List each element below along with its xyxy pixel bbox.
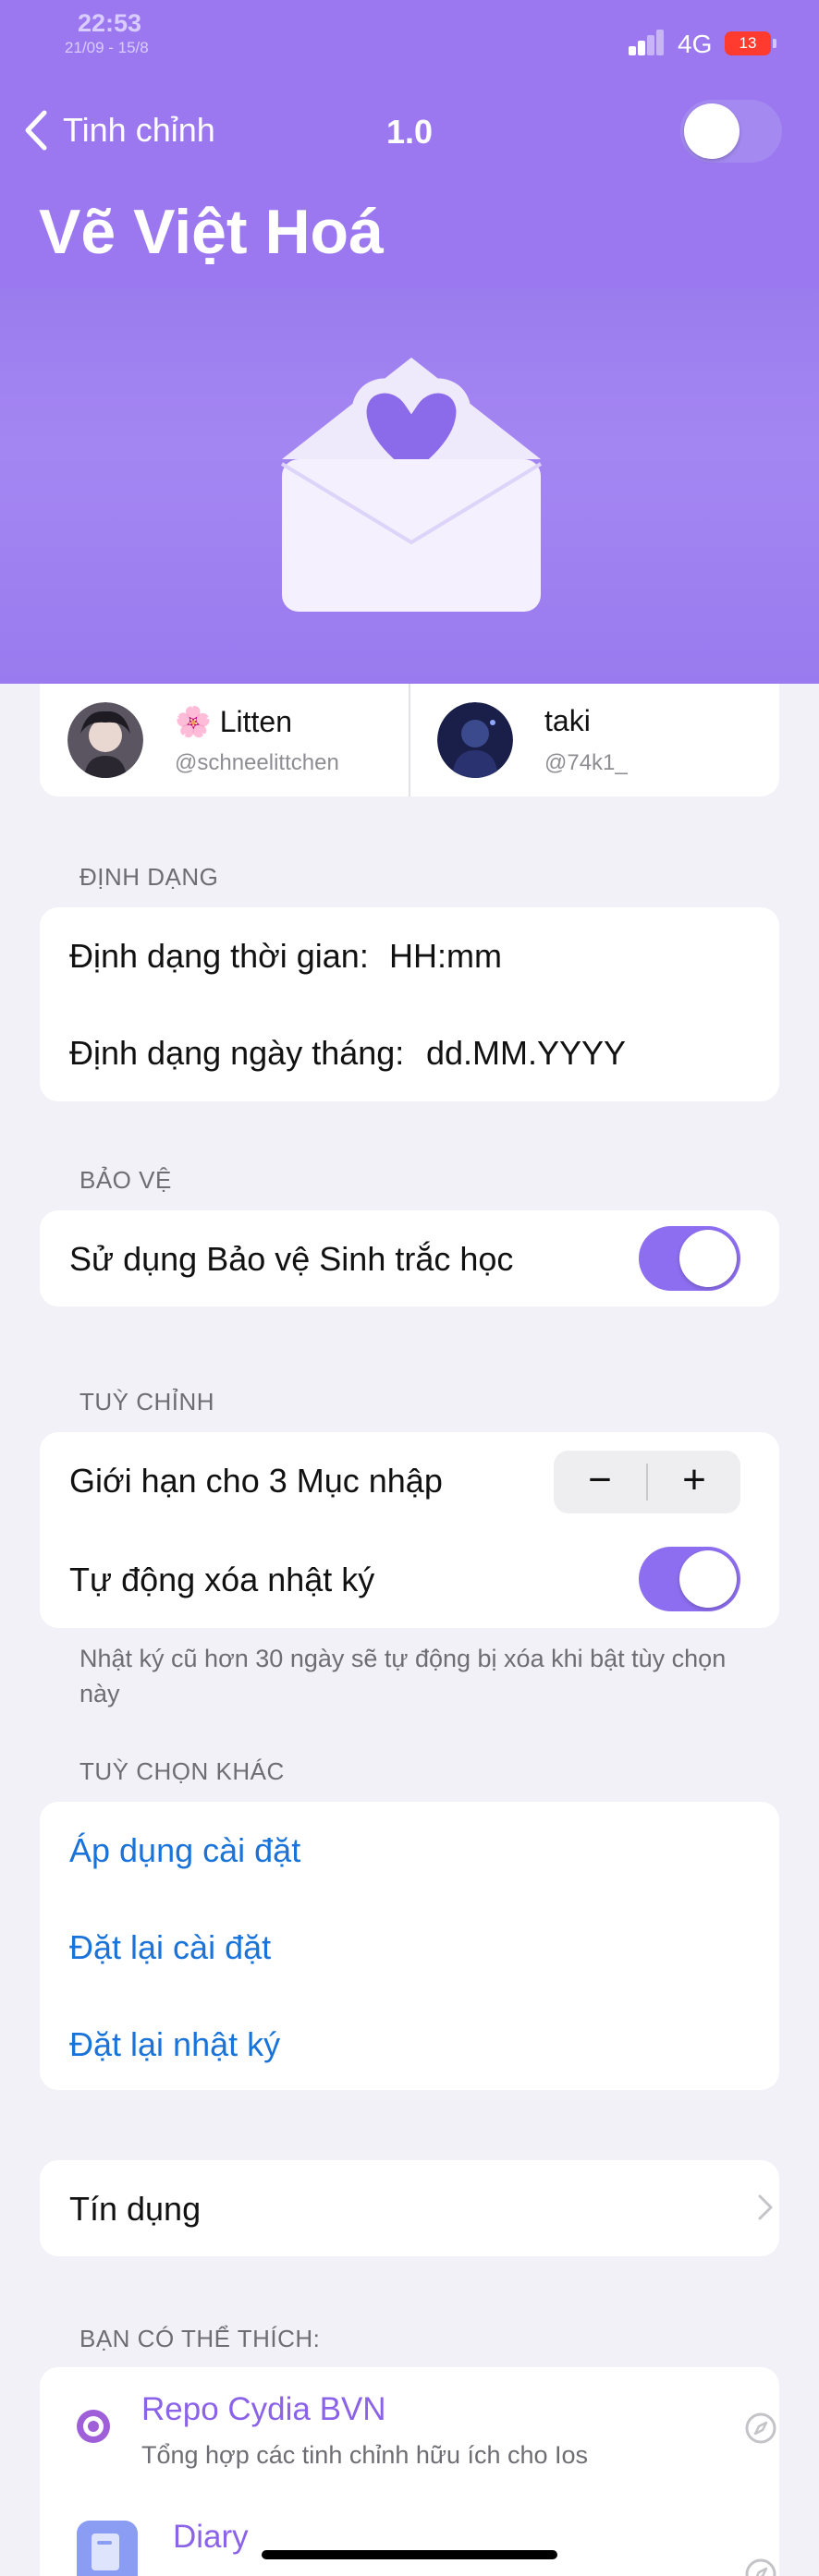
author-handle: @schneelittchen [175, 750, 339, 775]
section-header-security: BẢO VỆ [79, 1166, 172, 1194]
biometric-label: Sử dụng Bảo vệ Sinh trắc học [69, 1240, 514, 1278]
section-header-other: TUỲ CHỌN KHÁC [79, 1757, 285, 1785]
envelope-heart-icon [280, 358, 543, 612]
chevron-right-icon [758, 2194, 773, 2220]
time-format-label: Định dạng thời gian: [69, 937, 369, 975]
section-header-suggest: BẠN CÓ THỂ THÍCH: [79, 2325, 321, 2352]
app-name: Repo Cydia BVN [141, 2391, 386, 2427]
reset-log-button[interactable]: Đặt lại nhật ký [69, 1996, 280, 2090]
decrement-button[interactable]: − [554, 1451, 646, 1513]
network-label: 4G [678, 30, 713, 58]
compass-icon[interactable] [744, 2412, 777, 2445]
date-format-value[interactable]: dd.MM.YYYY [426, 1004, 626, 1101]
signal-icon [629, 30, 666, 55]
auto-delete-toggle[interactable] [639, 1547, 740, 1611]
author-handle: @74k1_ [544, 750, 628, 775]
other-options-card: Áp dụng cài đặt Đặt lại cài đặt Đặt lại … [40, 1802, 779, 2090]
reset-settings-button[interactable]: Đặt lại cài đặt [69, 1899, 271, 1996]
entry-limit-label: Giới hạn cho 3 Mục nhập [69, 1462, 443, 1500]
app-name: Diary [173, 2519, 249, 2555]
chevron-left-icon[interactable] [22, 109, 50, 152]
avatar [67, 702, 143, 778]
header: 22:53 21/09 - 15/8 4G 13 Tinh chỉnh 1.0 … [0, 0, 819, 288]
section-header-format: ĐỊNH DẠNG [79, 863, 219, 891]
biometric-row: Sử dụng Bảo vệ Sinh trắc học [40, 1210, 779, 1306]
author-taki[interactable]: taki @74k1_ [410, 684, 779, 796]
reset-log-row[interactable]: Đặt lại nhật ký [40, 1996, 779, 2090]
battery-tip [773, 39, 776, 48]
format-card: Định dạng thời gian: HH:mm Định dạng ngà… [40, 907, 779, 1101]
author-litten[interactable]: 🌸 Litten @schneelittchen [40, 684, 410, 796]
entry-limit-row: Giới hạn cho 3 Mục nhập − + [40, 1432, 779, 1529]
time-format-row[interactable]: Định dạng thời gian: HH:mm [40, 907, 779, 1004]
avatar [437, 702, 513, 778]
toggle-knob [684, 103, 740, 159]
credits-row[interactable]: Tín dụng [40, 2160, 779, 2256]
enable-toggle[interactable] [680, 100, 782, 163]
credits-label: Tín dụng [69, 2190, 202, 2228]
section-header-custom: TUỲ CHỈNH [79, 1388, 215, 1416]
suggestion-repo[interactable]: Repo Cydia BVN Tổng hợp các tinh chỉnh h… [40, 2367, 779, 2478]
toggle-knob [679, 1230, 737, 1287]
diary-icon [77, 2521, 138, 2576]
reset-settings-row[interactable]: Đặt lại cài đặt [40, 1899, 779, 1996]
back-button[interactable]: Tinh chỉnh [63, 111, 215, 150]
compass-icon[interactable] [744, 2558, 777, 2576]
credits-card[interactable]: Tín dụng [40, 2160, 779, 2256]
version-label: 1.0 [386, 113, 434, 151]
home-indicator [262, 2550, 557, 2559]
toggle-knob [679, 1550, 737, 1608]
custom-card: Giới hạn cho 3 Mục nhập − + Tự động xóa … [40, 1432, 779, 1628]
author-name: 🌸 Litten [175, 705, 293, 738]
battery-icon: 13 [725, 31, 771, 55]
author-name: taki [544, 704, 591, 737]
app-description: Tổng hợp các tinh chỉnh hữu ích cho Ios [141, 2441, 589, 2469]
increment-button[interactable]: + [648, 1451, 740, 1513]
page-title: Vẽ Việt Hoá [39, 197, 384, 267]
status-date: 21/09 - 15/8 [65, 39, 149, 56]
entry-limit-stepper: − + [554, 1451, 740, 1513]
suggestion-diary[interactable]: Diary [40, 2478, 779, 2576]
repo-icon [77, 2410, 110, 2443]
auto-delete-note: Nhật ký cũ hơn 30 ngày sẽ tự động bị xóa… [79, 1645, 727, 1707]
suggestions-card: Repo Cydia BVN Tổng hợp các tinh chỉnh h… [40, 2367, 779, 2576]
hero-banner [0, 288, 819, 684]
auto-delete-row: Tự động xóa nhật ký [40, 1531, 779, 1628]
biometric-toggle[interactable] [639, 1226, 740, 1291]
time-format-value[interactable]: HH:mm [389, 907, 502, 1004]
apply-settings-button[interactable]: Áp dụng cài đặt [69, 1802, 300, 1899]
auto-delete-label: Tự động xóa nhật ký [69, 1561, 375, 1598]
status-time: 22:53 [78, 9, 142, 37]
authors-card: 🌸 Litten @schneelittchen taki @74k1_ [40, 684, 779, 796]
security-card: Sử dụng Bảo vệ Sinh trắc học [40, 1210, 779, 1306]
date-format-row[interactable]: Định dạng ngày tháng: dd.MM.YYYY [40, 1004, 779, 1101]
date-format-label: Định dạng ngày tháng: [69, 1034, 405, 1072]
apply-settings-row[interactable]: Áp dụng cài đặt [40, 1802, 779, 1899]
